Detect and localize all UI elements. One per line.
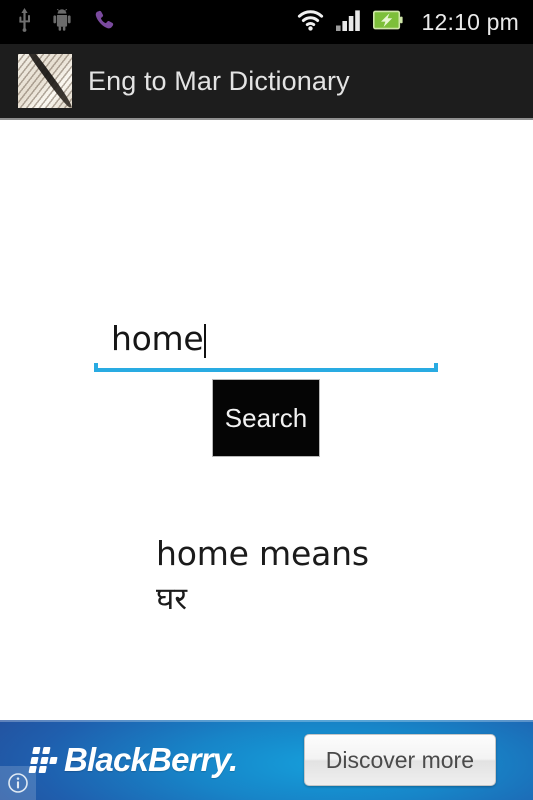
underline-bar (94, 368, 438, 372)
blackberry-logo: BlackBerry. (28, 741, 238, 779)
blackberry-wordmark: BlackBerry. (64, 741, 238, 778)
result-meaning-heading: home means (156, 534, 369, 573)
battery-charging-icon (372, 10, 403, 35)
status-bar-left-icons (18, 7, 115, 37)
status-bar-right-icons: 12:10 pm (297, 9, 520, 36)
usb-icon (18, 7, 31, 37)
android-robot-icon (53, 8, 71, 36)
main-content: home Search home means घर (0, 120, 533, 720)
discover-more-button[interactable]: Discover more (303, 734, 496, 786)
result-block: home means घर (156, 532, 496, 620)
missed-call-icon (93, 9, 115, 36)
page-title: Eng to Mar Dictionary (88, 65, 350, 96)
search-input-value-row[interactable]: home (94, 316, 438, 362)
cellular-signal-icon (335, 9, 361, 36)
app-icon (18, 54, 72, 108)
wifi-icon (297, 9, 324, 36)
ad-banner[interactable]: BlackBerry. Discover more (0, 720, 533, 800)
result-translation: घर (156, 581, 187, 617)
status-clock: 12:10 pm (421, 8, 519, 35)
underline-tick-right (434, 363, 438, 372)
search-input-underline (94, 363, 438, 372)
search-input[interactable]: home (94, 316, 438, 372)
ad-info-icon[interactable] (0, 766, 36, 800)
status-bar: 12:10 pm (0, 0, 533, 44)
phone-screen: 12:10 pm Eng to Mar Dictionary home Sear… (0, 0, 533, 800)
text-caret (204, 324, 207, 358)
app-title-bar: Eng to Mar Dictionary (0, 44, 533, 120)
search-input-value: home (111, 319, 204, 358)
search-button[interactable]: Search (212, 379, 320, 457)
